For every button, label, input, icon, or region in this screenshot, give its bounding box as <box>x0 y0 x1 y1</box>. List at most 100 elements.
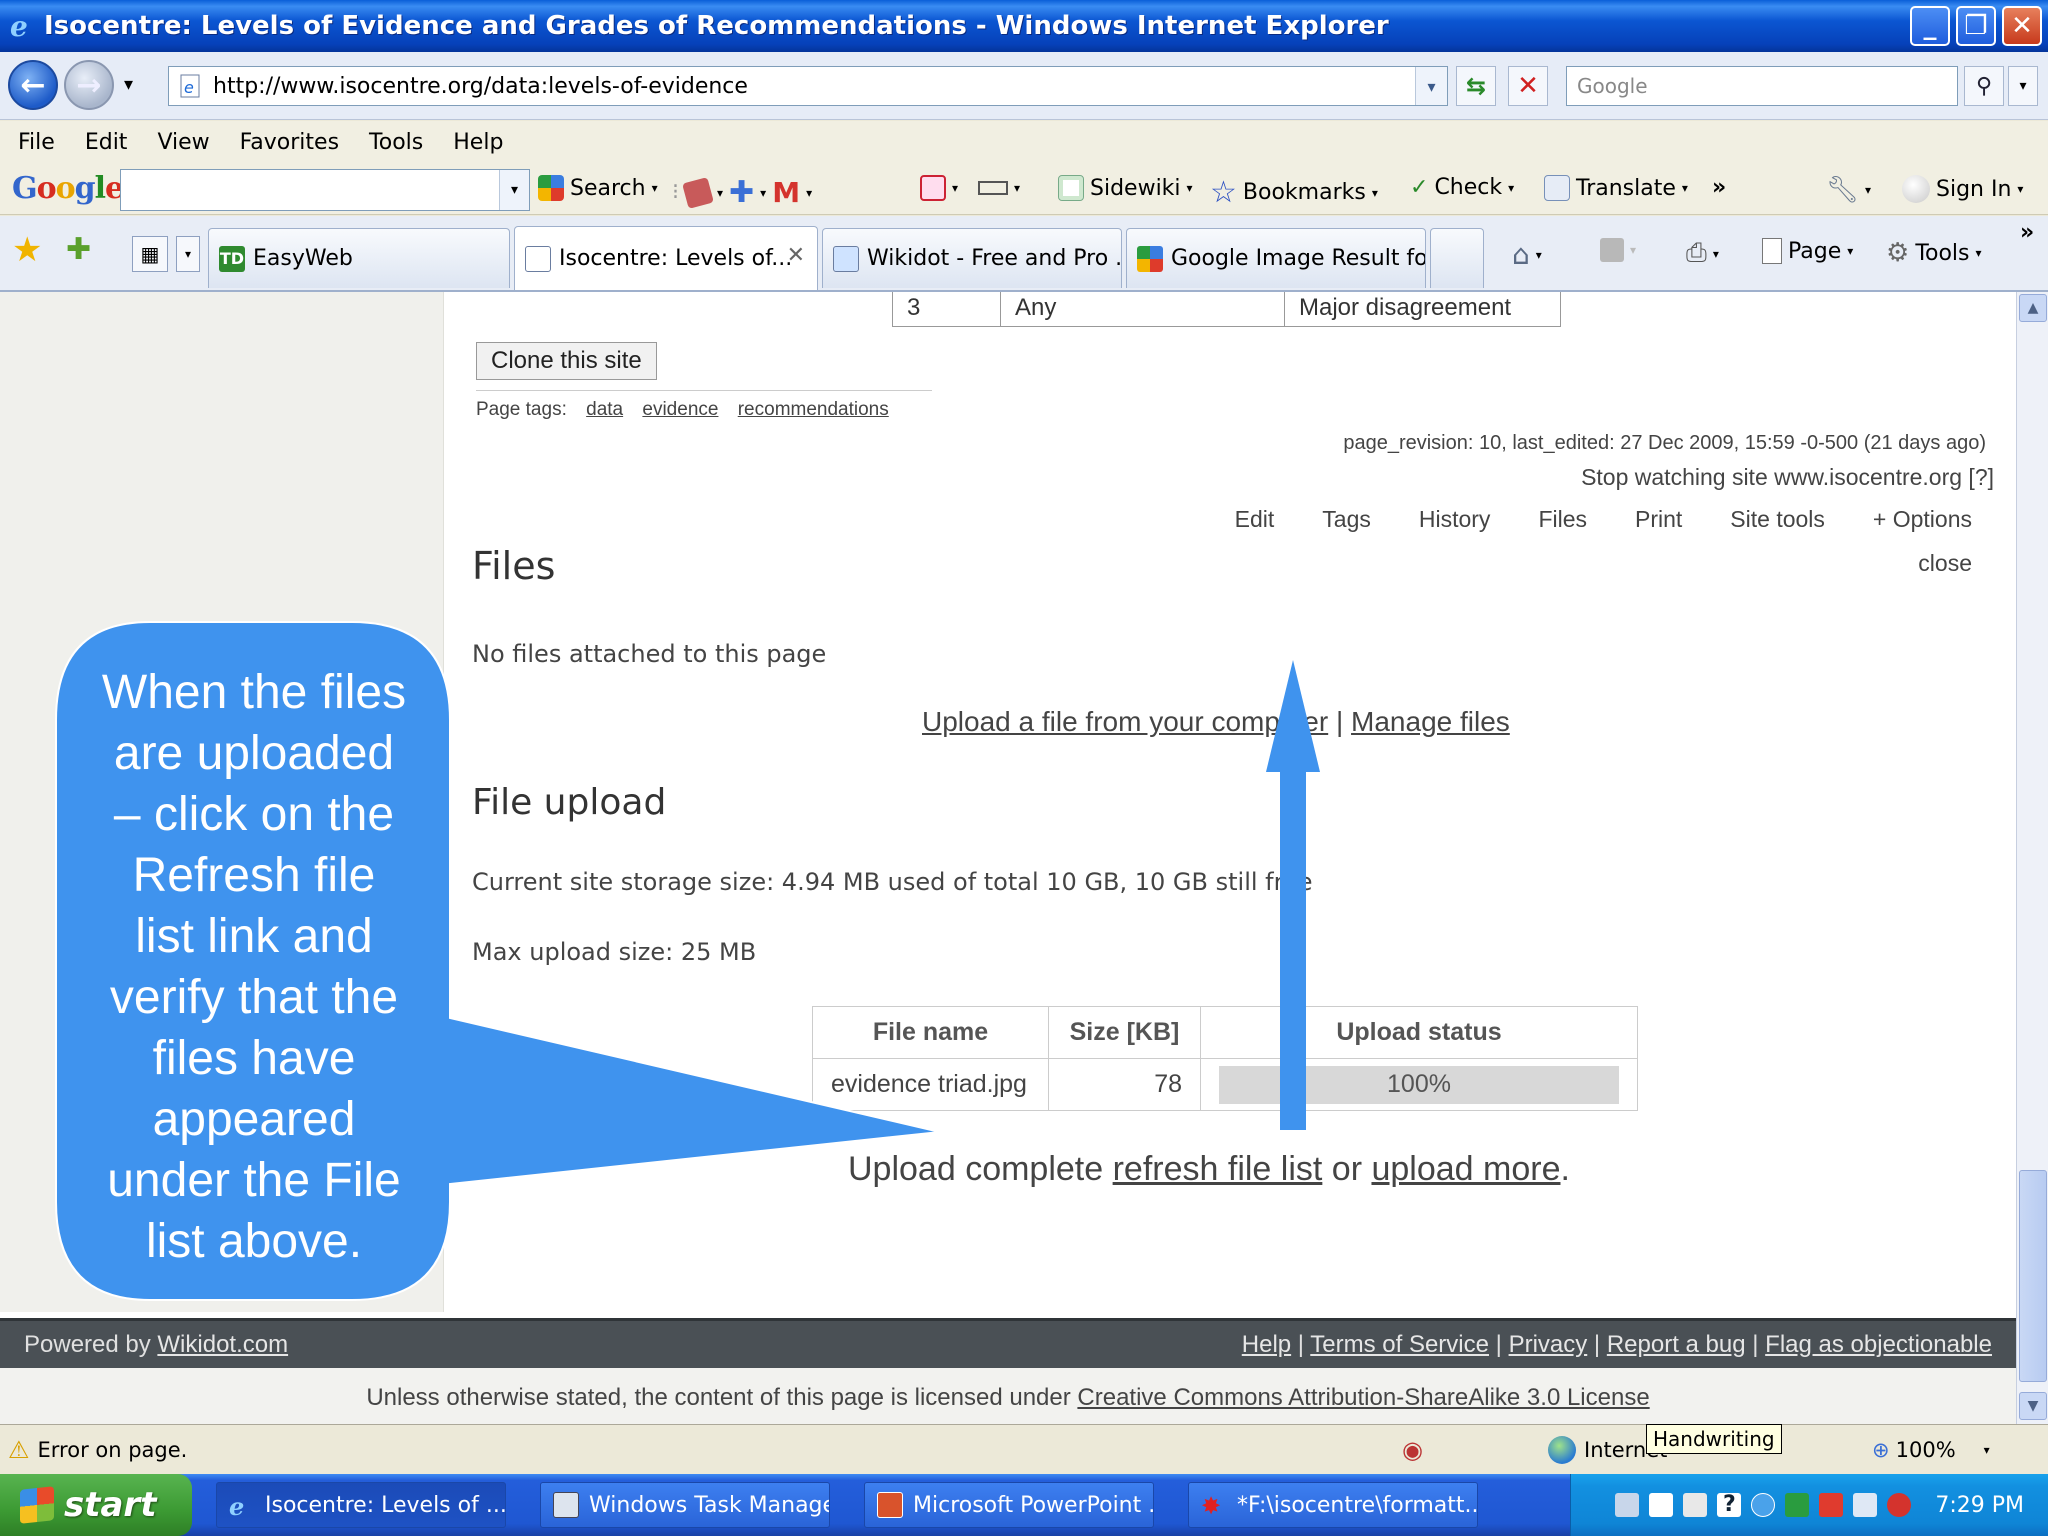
tab-isocentre[interactable]: Isocentre: Levels of... ✕ <box>514 226 818 290</box>
menu-view[interactable]: View <box>157 130 209 155</box>
page-menu-button[interactable]: Page ▾ <box>1762 238 1853 264</box>
toolbar-more-button[interactable]: » <box>1712 175 1726 200</box>
tools-menu-button[interactable]: ⚙ Tools ▾ <box>1886 238 1982 268</box>
quick-tabs-button[interactable]: ▦ <box>132 236 168 272</box>
upload-more-link[interactable]: upload more <box>1371 1150 1560 1188</box>
wikidot-link[interactable]: Wikidot.com <box>157 1331 288 1358</box>
scroll-up-icon[interactable]: ▲ <box>2019 294 2047 322</box>
recent-pages-dropdown[interactable]: ▾ <box>124 74 133 95</box>
bookmarks-label: Bookmarks <box>1242 180 1366 205</box>
error-indicator[interactable]: ⚠ Error on page. <box>8 1436 187 1464</box>
help-icon[interactable]: ? <box>1717 1493 1742 1517</box>
flag-link[interactable]: Flag as objectionable <box>1765 1331 1992 1358</box>
options-action[interactable]: + Options <box>1873 506 1972 533</box>
print-action[interactable]: Print <box>1635 506 1682 533</box>
edit-action[interactable]: Edit <box>1235 506 1275 533</box>
site-tools-action[interactable]: Site tools <box>1730 506 1825 533</box>
toolbar-extra-buttons[interactable]: ⁝ ▾ ✚ ▾ M ▾ <box>672 175 812 210</box>
menu-favorites[interactable]: Favorites <box>240 130 339 155</box>
file-size-cell: 78 <box>1048 1058 1201 1111</box>
battery-icon[interactable] <box>1785 1493 1810 1517</box>
history-action[interactable]: History <box>1419 506 1491 533</box>
star-icon: ☆ <box>1210 175 1237 210</box>
spellcheck-button[interactable]: ✓ Check ▾ <box>1410 175 1514 200</box>
taskbar-item-folder[interactable]: ✸ *F:\isocentre\formatt... <box>1188 1482 1478 1528</box>
minimize-button[interactable]: _ <box>1910 6 1950 46</box>
taskbar-item-powerpoint[interactable]: Microsoft PowerPoint ... <box>864 1482 1154 1528</box>
search-options-dropdown[interactable]: ▾ <box>2008 66 2038 106</box>
menu-help[interactable]: Help <box>453 130 503 155</box>
command-bar-more[interactable]: » <box>2020 220 2034 245</box>
scroll-thumb[interactable] <box>2019 1170 2047 1382</box>
tab-list-dropdown[interactable]: ▾ <box>176 236 200 272</box>
search-placeholder: Google <box>1577 74 1648 98</box>
tab-wikidot[interactable]: Wikidot - Free and Pro ... <box>822 228 1122 288</box>
close-tab-icon[interactable]: ✕ <box>787 243 805 268</box>
callout-line: When the files <box>101 666 407 719</box>
tag-link[interactable]: evidence <box>642 399 718 420</box>
writing-icon[interactable] <box>1683 1493 1708 1517</box>
files-action[interactable]: Files <box>1538 506 1587 533</box>
search-button[interactable]: ⚲ <box>1964 66 2004 106</box>
address-input[interactable]: e http://www.isocentre.org/data:levels-o… <box>168 66 1448 106</box>
terms-link[interactable]: Terms of Service <box>1310 1331 1489 1358</box>
translate-button[interactable]: Translate ▾ <box>1544 175 1688 201</box>
stop-button[interactable]: ✕ <box>1508 66 1548 106</box>
maximize-button[interactable]: ❐ <box>1956 6 1996 46</box>
google-search-button[interactable]: Search ▾ <box>538 175 658 201</box>
google-search-dropdown-icon[interactable]: ▾ <box>499 170 529 210</box>
license-link[interactable]: Creative Commons Attribution-ShareAlike … <box>1077 1384 1649 1411</box>
pen-icon[interactable] <box>1615 1493 1640 1517</box>
start-button[interactable]: start <box>0 1474 192 1536</box>
close-button[interactable]: ✕ <box>2002 6 2042 46</box>
tab-google-image[interactable]: Google Image Result fo... <box>1126 228 1426 288</box>
clone-site-button[interactable]: Clone this site <box>476 342 657 380</box>
taskbar-item-isocentre[interactable]: e Isocentre: Levels of ... <box>216 1482 506 1528</box>
tag-link[interactable]: data <box>586 399 623 420</box>
help-link[interactable]: Help <box>1242 1331 1291 1358</box>
feeds-button[interactable]: ▾ <box>1600 238 1636 262</box>
expand-tray-icon[interactable] <box>1751 1493 1776 1517</box>
volume-icon[interactable] <box>1853 1493 1878 1517</box>
favorites-center-icon[interactable]: ★ <box>12 230 42 270</box>
zoom-control[interactable]: ⊕ 100% ▾ <box>1872 1438 1990 1462</box>
close-link[interactable]: close <box>1918 550 1972 577</box>
stop-watching-link[interactable]: Stop watching site www.isocentre.org [?] <box>1581 464 1994 491</box>
refresh-file-list-link[interactable]: refresh file list <box>1113 1150 1323 1188</box>
sign-in-button[interactable]: Sign In ▾ <box>1902 175 2023 203</box>
taskbar-item-task-manager[interactable]: Windows Task Manager <box>540 1482 830 1528</box>
search-input[interactable]: Google <box>1566 66 1958 106</box>
sidewiki-button[interactable]: Sidewiki ▾ <box>1058 175 1193 201</box>
google-search-input[interactable]: ▾ <box>120 169 530 211</box>
new-tab-button[interactable] <box>1430 228 1484 288</box>
toolbar-settings-button[interactable]: 🔧︎ ▾ <box>1826 175 1871 205</box>
menu-file[interactable]: File <box>18 130 55 155</box>
refresh-button[interactable]: ⇆ <box>1456 66 1496 106</box>
menu-edit[interactable]: Edit <box>85 130 128 155</box>
antivirus-icon[interactable] <box>1887 1493 1912 1517</box>
pagerank-icon <box>682 176 714 209</box>
task-manager-icon <box>553 1492 579 1518</box>
address-dropdown-icon[interactable]: ▾ <box>1415 67 1447 105</box>
vertical-scrollbar[interactable]: ▲ ▼ <box>2016 292 2048 1424</box>
menu-tools[interactable]: Tools <box>369 130 423 155</box>
acrobat-icon[interactable] <box>1819 1493 1844 1517</box>
home-button[interactable]: ⌂ ▾ <box>1512 238 1542 271</box>
print-button[interactable]: ⎙ ▾ <box>1686 238 1719 269</box>
privacy-link[interactable]: Privacy <box>1509 1331 1588 1358</box>
tag-link[interactable]: recommendations <box>738 399 889 420</box>
popup-blocker-button[interactable]: ▾ ▾ <box>920 175 1020 201</box>
add-favorites-icon[interactable]: ✚ <box>66 232 91 267</box>
window-title: Isocentre: Levels of Evidence and Grades… <box>44 11 1389 41</box>
upload-file-link[interactable]: Upload a file from your computer <box>922 706 1328 737</box>
privacy-report-icon[interactable]: ◉ <box>1402 1436 1423 1464</box>
report-bug-link[interactable]: Report a bug <box>1607 1331 1746 1358</box>
scroll-down-icon[interactable]: ▼ <box>2019 1392 2047 1420</box>
back-button[interactable]: ← <box>8 60 58 110</box>
tags-action[interactable]: Tags <box>1322 506 1371 533</box>
forward-button[interactable]: → <box>64 60 114 110</box>
manage-files-link[interactable]: Manage files <box>1351 706 1510 737</box>
input-panel-icon[interactable] <box>1649 1493 1674 1517</box>
bookmarks-button[interactable]: ☆ Bookmarks ▾ <box>1210 175 1378 210</box>
tab-easyweb[interactable]: TD EasyWeb <box>208 228 510 288</box>
